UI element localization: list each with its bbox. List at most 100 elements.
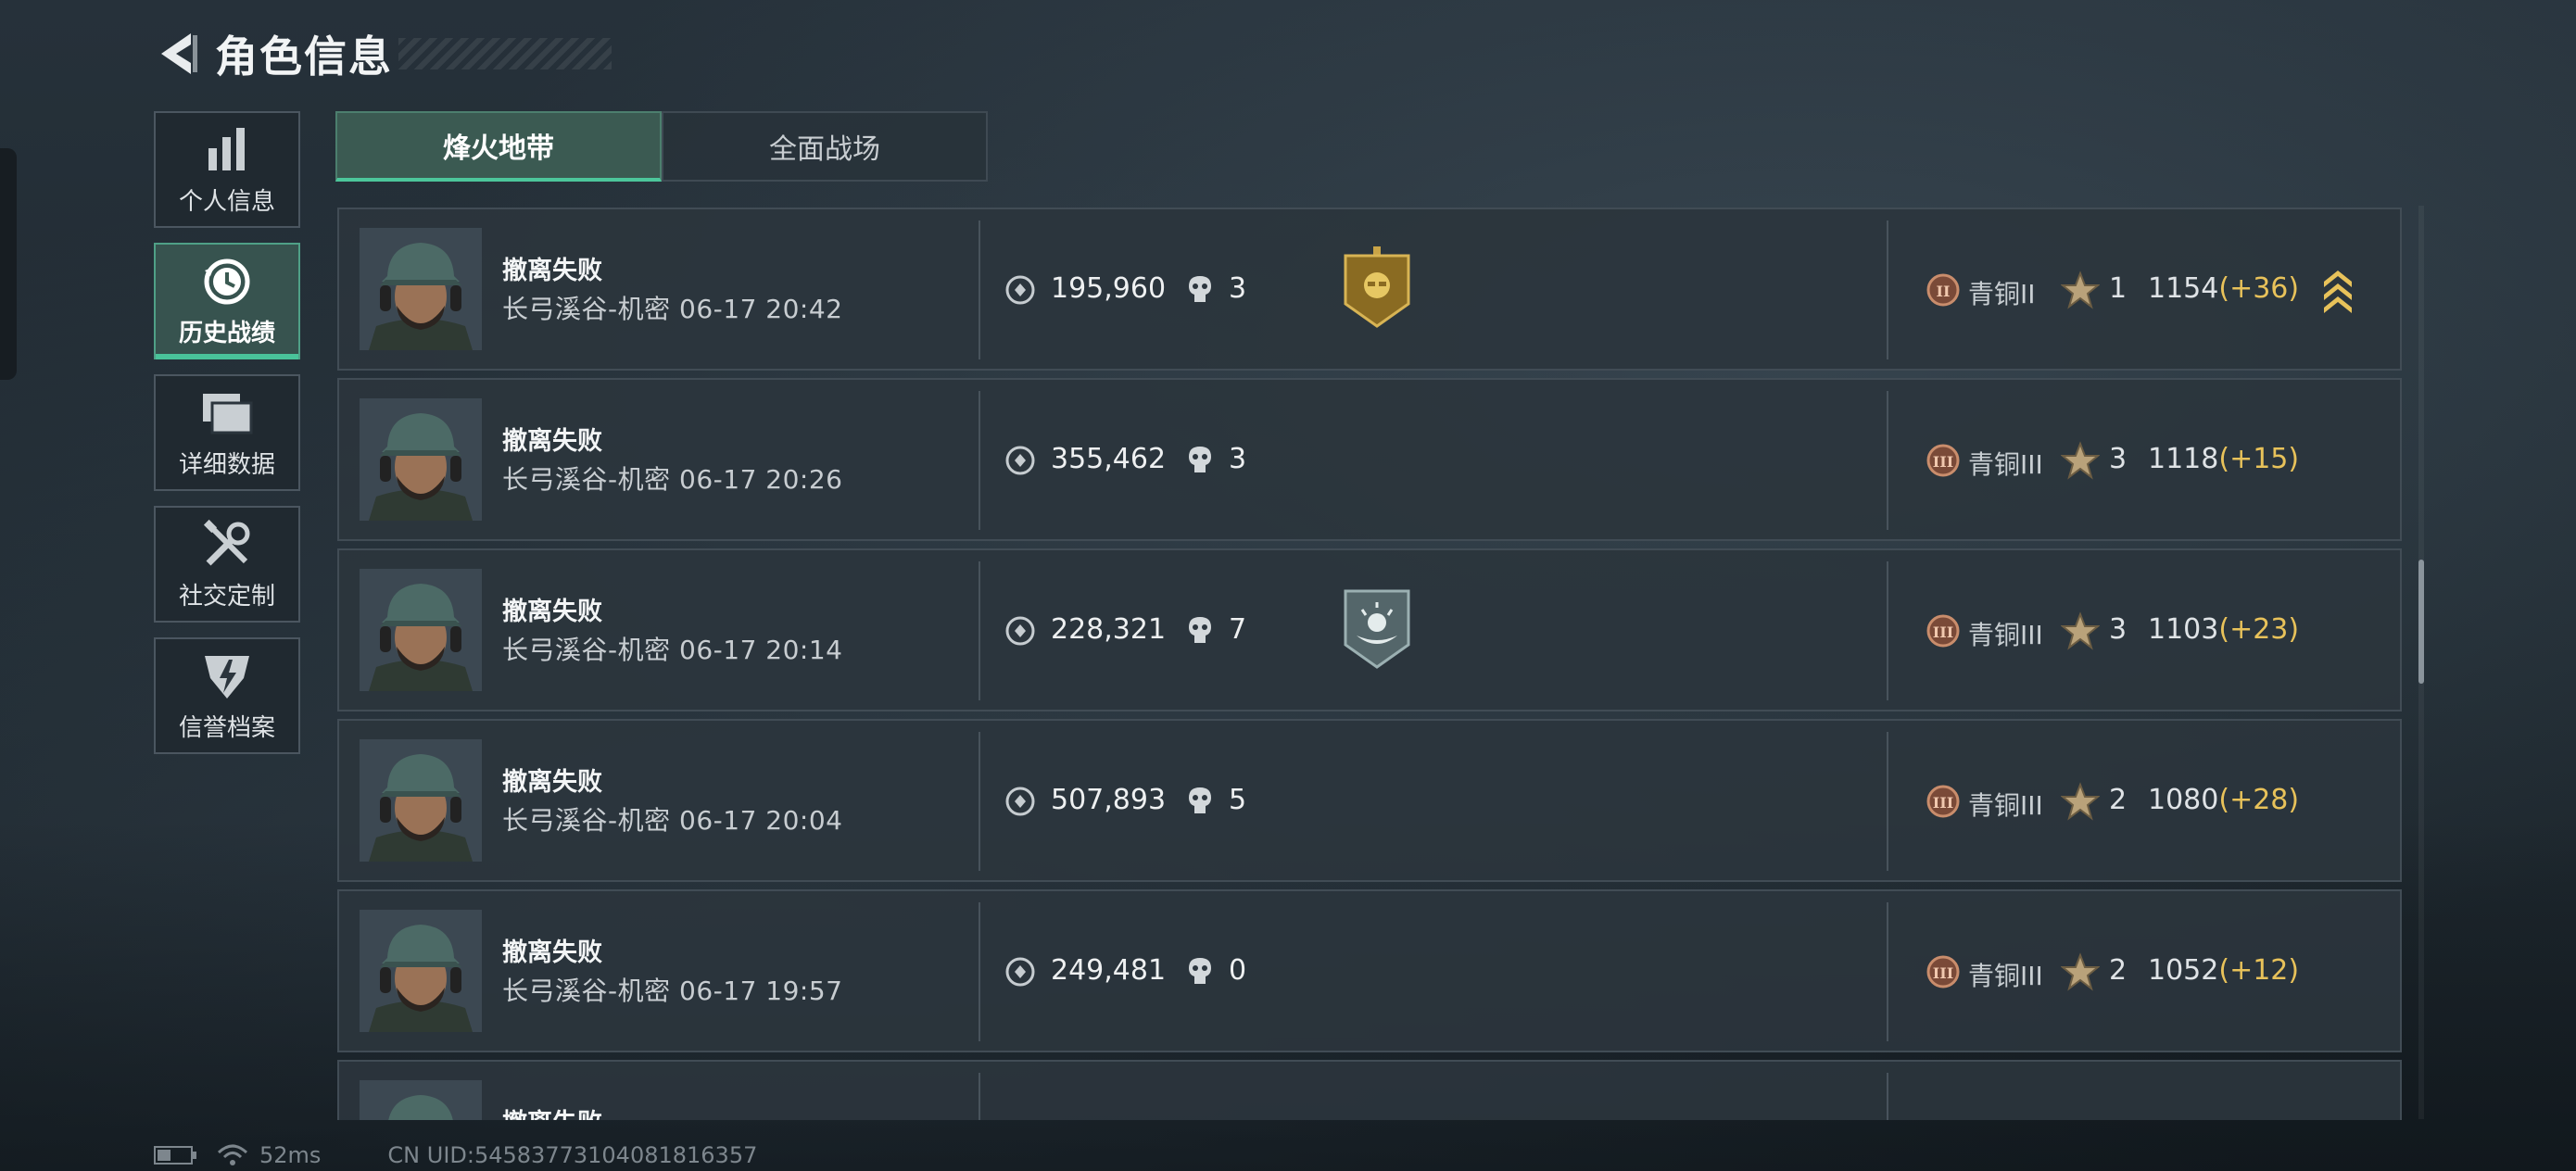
kill-count: 5 [1229, 784, 1247, 816]
bronze-rank-icon: III [1926, 955, 1960, 988]
operator-avatar [360, 1080, 482, 1120]
score-delta: (+12) [2218, 954, 2300, 987]
battery-icon [154, 1146, 196, 1165]
svg-text:III: III [1933, 623, 1953, 641]
match-row[interactable]: 撤离失败 长弓溪谷-机密 06-17 20:26 355,462 3 III 青铜II… [337, 378, 2402, 541]
shield-bolt-icon [205, 655, 249, 699]
kill-count: 7 [1229, 613, 1247, 646]
bronze-rank-icon: III [1926, 614, 1960, 648]
coin-icon [1005, 275, 1035, 305]
operator-avatar [360, 569, 482, 691]
rank-name: 青铜III [1968, 449, 2043, 480]
map-name: 长弓溪谷-机密 [502, 805, 671, 836]
avatar [360, 739, 482, 862]
match-result: 撤离失败 [502, 427, 602, 456]
match-map-time: 长弓溪谷-机密 06-17 20:14 [502, 630, 842, 667]
scrollbar-thumb[interactable] [2418, 560, 2424, 684]
sidebar-item-personal-info[interactable]: 个人信息 [154, 111, 300, 228]
tab-battlefield[interactable]: 全面战场 [662, 111, 988, 182]
operator-avatar [360, 398, 482, 521]
skull-kill-icon [1189, 617, 1211, 643]
divider [1887, 732, 1888, 871]
score-delta: (+28) [2218, 784, 2300, 816]
match-time: 06-17 20:26 [679, 464, 843, 495]
star-count: 1 [2109, 272, 2128, 305]
match-map-time: 长弓溪谷-机密 06-17 20:04 [502, 800, 842, 837]
star-count: 2 [2109, 954, 2128, 987]
score-delta: (+23) [2218, 613, 2300, 646]
svg-text:II: II [1937, 283, 1951, 300]
star-icon [2061, 952, 2100, 991]
rank-score: 1052(+12) [2148, 954, 2299, 987]
score-delta: (+36) [2218, 272, 2300, 305]
sidebar-item-match-history[interactable]: 历史战绩 [154, 243, 300, 359]
bronze-rank-icon: III [1926, 444, 1960, 477]
match-row[interactable]: 撤离失败 长弓溪谷-机密 06-17 20:04 507,893 5 III 青铜II… [337, 719, 2402, 882]
match-time: 06-17 20:14 [679, 635, 843, 665]
match-row[interactable]: 撤离失败 [337, 1060, 2402, 1120]
match-result: 撤离失败 [502, 938, 602, 967]
sidebar-item-label: 社交定制 [178, 582, 275, 611]
score-value: 1103 [2148, 613, 2219, 646]
rank-up-chevrons-icon [2324, 271, 2352, 313]
operator-avatar [360, 228, 482, 350]
star-icon [2061, 441, 2100, 480]
kill-count: 0 [1229, 954, 1247, 987]
star-count: 2 [2109, 784, 2128, 816]
bronze-rank-icon: III [1926, 785, 1960, 818]
svg-text:III: III [1933, 964, 1953, 982]
coin-icon [1005, 446, 1035, 475]
coin-icon [1005, 787, 1035, 816]
skull-kill-icon [1189, 447, 1211, 472]
bronze-rank-icon: II [1926, 273, 1960, 307]
match-history-list: 撤离失败 长弓溪谷-机密 06-17 20:42 195,960 3 II 青铜II 1… [337, 208, 2402, 1120]
page-title: 角色信息 [215, 31, 393, 82]
silver-medic-badge [1344, 589, 1410, 669]
divider [1887, 220, 1888, 359]
match-row[interactable]: 撤离失败 长弓溪谷-机密 06-17 19:57 249,481 0 III 青铜II… [337, 889, 2402, 1052]
mode-tabs: 烽火地带 全面战场 [335, 111, 988, 182]
sidebar: 个人信息 历史战绩 详细数据 社交定制 信誉档案 [154, 111, 302, 769]
map-name: 长弓溪谷-机密 [502, 976, 671, 1006]
skull-kill-icon [1189, 958, 1211, 984]
star-icon [2061, 271, 2100, 309]
sidebar-item-label: 详细数据 [178, 450, 275, 479]
sidebar-item-detailed-data[interactable]: 详细数据 [154, 374, 300, 491]
match-result: 撤离失败 [502, 257, 602, 285]
score-delta: (+15) [2218, 443, 2300, 475]
coin-icon [1005, 616, 1035, 646]
match-row[interactable]: 撤离失败 长弓溪谷-机密 06-17 20:14 228,321 7 III 青铜II… [337, 548, 2402, 711]
score-value: 1080 [2148, 784, 2219, 816]
sidebar-item-label: 个人信息 [178, 187, 275, 216]
operator-avatar [360, 739, 482, 862]
map-name: 长弓溪谷-机密 [502, 464, 671, 495]
skull-kill-icon [1189, 787, 1211, 813]
sidebar-item-label: 信誉档案 [178, 713, 275, 742]
divider [979, 220, 980, 359]
extract-value: 507,893 [1051, 784, 1167, 816]
star-icon [2061, 611, 2100, 650]
match-time: 06-17 20:04 [679, 805, 843, 836]
tab-warzone[interactable]: 烽火地带 [335, 111, 662, 182]
back-button[interactable] [154, 28, 198, 80]
sidebar-item-social-custom[interactable]: 社交定制 [154, 506, 300, 623]
svg-text:III: III [1933, 453, 1953, 471]
rank-score: 1154(+36) [2148, 272, 2299, 305]
match-result: 撤离失败 [502, 598, 602, 626]
edge-handle[interactable] [0, 148, 17, 380]
svg-text:III: III [1933, 794, 1953, 812]
rank-score: 1080(+28) [2148, 784, 2299, 816]
user-uid: CN UID:545837731040818163​57 [387, 1142, 758, 1168]
coin-icon [1005, 957, 1035, 987]
skull-kill-icon [1189, 276, 1211, 302]
sidebar-item-reputation[interactable]: 信誉档案 [154, 637, 300, 754]
match-row[interactable]: 撤离失败 长弓溪谷-机密 06-17 20:42 195,960 3 II 青铜II 1… [337, 208, 2402, 371]
rank-name: 青铜II [1968, 279, 2036, 309]
divider [1887, 902, 1888, 1041]
match-result: 撤离失败 [502, 1102, 602, 1120]
back-arrow-icon [161, 33, 197, 74]
match-map-time: 长弓溪谷-机密 06-17 20:26 [502, 460, 842, 497]
avatar [360, 228, 482, 350]
match-map-time: 长弓溪谷-机密 06-17 20:42 [502, 289, 842, 326]
divider [1887, 391, 1888, 530]
